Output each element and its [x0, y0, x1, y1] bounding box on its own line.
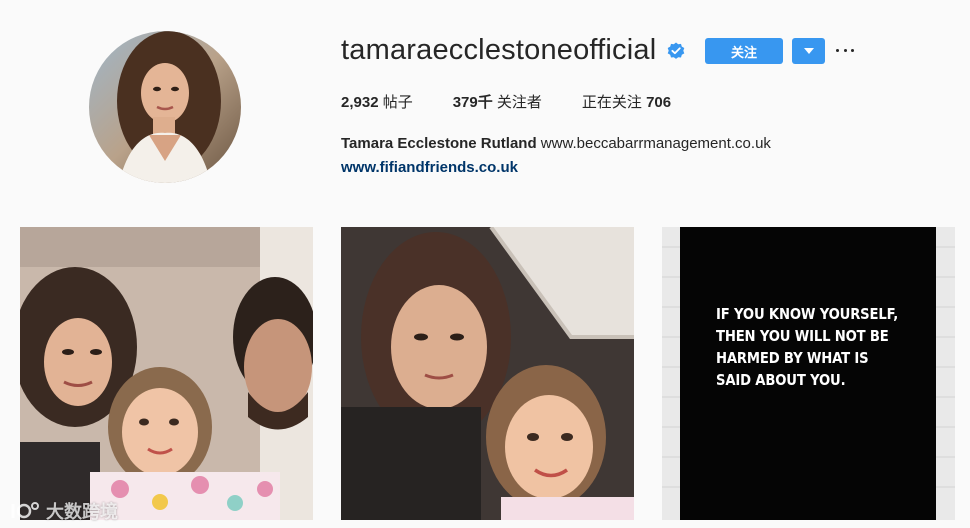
- profile-stats: 2,932 帖子 379千 关注者 正在关注 706: [341, 91, 711, 112]
- posts-count-stat: 2,932 帖子: [341, 91, 413, 112]
- more-dot-icon: [836, 48, 839, 52]
- more-dot-icon: [843, 48, 847, 52]
- following-label: 正在关注: [581, 94, 647, 111]
- followers-count: 379千: [452, 94, 493, 111]
- profile-bio: Tamara Ecclestone Rutland www.beccabarrm…: [341, 132, 771, 180]
- watermark-text: 大数跨境: [46, 502, 118, 522]
- profile-website-link[interactable]: www.fifiandfriends.co.uk: [341, 159, 518, 176]
- more-dot-icon: [851, 48, 854, 52]
- posts-count: 2,932: [341, 94, 379, 111]
- profile-username: tamaraecclestoneofficial: [341, 34, 657, 66]
- watermark: 大数跨境: [10, 498, 118, 524]
- suggestions-dropdown-button[interactable]: [792, 38, 825, 64]
- chevron-down-icon: [803, 48, 814, 54]
- more-options-button[interactable]: [836, 40, 854, 60]
- verified-badge-icon: [667, 42, 685, 60]
- post-thumbnail-1[interactable]: [20, 227, 313, 520]
- following-stat[interactable]: 正在关注 706: [582, 91, 671, 112]
- profile-full-name: Tamara Ecclestone Rutland: [341, 135, 537, 152]
- post-thumbnail-2[interactable]: [341, 227, 634, 520]
- followers-label: 关注者: [492, 94, 542, 111]
- posts-label: 帖子: [378, 94, 413, 111]
- watermark-logo-icon: [11, 502, 39, 519]
- bio-text: www.beccabarrmanagement.co.uk: [536, 135, 771, 152]
- bio-line: Tamara Ecclestone Rutland www.beccabarrm…: [341, 132, 771, 156]
- post-thumbnail-3[interactable]: IF YOU KNOW YOURSELF, THEN YOU WILL NOT …: [662, 227, 955, 520]
- followers-stat[interactable]: 379千 关注者: [453, 91, 542, 112]
- following-count: 706: [646, 94, 672, 111]
- profile-avatar[interactable]: [89, 31, 241, 183]
- follow-button[interactable]: 关注: [705, 38, 783, 64]
- post-quote-text: IF YOU KNOW YOURSELF, THEN YOU WILL NOT …: [716, 305, 899, 389]
